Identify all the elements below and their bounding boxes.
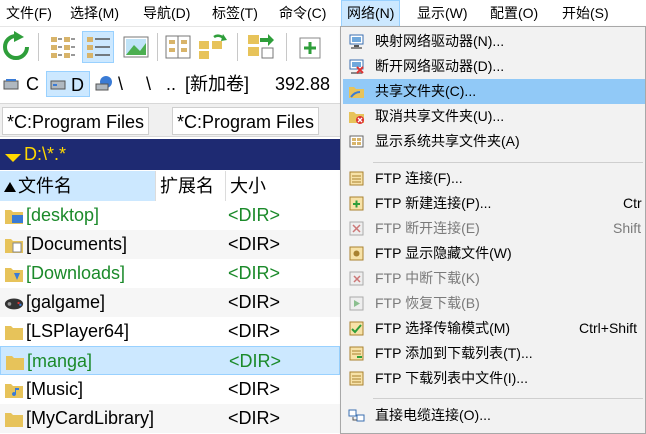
unshare-folder-icon	[349, 112, 364, 124]
network-drive-icon[interactable]	[95, 71, 117, 97]
drive-bar: C D \ \ .. [新加卷] 392.88	[0, 66, 340, 102]
file-row[interactable]: [LSPlayer64] <DIR>	[0, 317, 340, 346]
menu-item-ftp-disconnect[interactable]: FTP 断开连接(E) Shift	[343, 216, 645, 241]
map-drive-icon	[349, 34, 364, 49]
cable-connection-icon	[348, 409, 365, 422]
menu-select[interactable]: 选择(M)	[70, 0, 119, 27]
menu-item-ftp-abort-download[interactable]: FTP 中断下载(K)	[343, 266, 645, 291]
file-row[interactable]: [Downloads] <DIR>	[0, 259, 340, 288]
documents-folder-icon	[5, 239, 23, 253]
file-row[interactable]: [desktop] <DIR>	[0, 201, 340, 230]
gamepad-folder-icon	[4, 298, 24, 310]
file-row[interactable]: [MyCardLibrary] <DIR>	[0, 404, 340, 433]
free-space: 392.88	[275, 74, 331, 94]
sync-dirs-icon[interactable]	[196, 31, 228, 63]
file-row[interactable]: [Documents] <DIR>	[0, 230, 340, 259]
ftp-new-connection-icon	[349, 196, 364, 211]
desktop-folder-icon	[5, 210, 23, 224]
drive-c-button[interactable]: C	[2, 71, 44, 97]
copy-to-target-icon[interactable]	[244, 31, 276, 63]
sort-up-icon	[4, 182, 16, 192]
column-ext-header[interactable]: 扩展名	[156, 171, 226, 201]
current-path: D:\*.*	[24, 144, 67, 164]
menu-config[interactable]: 配置(O)	[490, 0, 538, 27]
ftp-abort-download-icon	[349, 271, 364, 286]
ftp-add-download-list-icon	[349, 346, 364, 361]
menu-item-ftp-add-download-list[interactable]: FTP 添加到下载列表(T)...	[343, 341, 645, 366]
menu-item-disconnect-drive[interactable]: 断开网络驱动器(D)...	[343, 54, 645, 79]
menu-bar: 文件(F) 选择(M) 导航(D) 标签(T) 命令(C) 网络(N) 显示(W…	[0, 0, 646, 27]
drive-icon	[50, 80, 66, 90]
file-row[interactable]: [Music] <DIR>	[0, 375, 340, 404]
folder-icon	[5, 326, 23, 340]
volume-label: [新加卷]	[185, 74, 250, 94]
menu-network[interactable]: 网络(N)	[341, 0, 401, 27]
column-size-header[interactable]: 大小	[226, 171, 340, 201]
add-icon[interactable]	[294, 31, 326, 63]
root-button[interactable]: \	[146, 71, 151, 97]
menu-item-system-shares[interactable]: 显示系统共享文件夹(A)	[343, 129, 645, 154]
parent-dir-button[interactable]: ..	[166, 71, 176, 97]
menu-item-ftp-download-list[interactable]: FTP 下载列表中文件(I)...	[343, 366, 645, 391]
menu-item-share-folder[interactable]: 共享文件夹(C)...	[343, 79, 645, 104]
tab-bar: *C:Program Files *C:Program Files	[0, 103, 340, 137]
ftp-connect-icon	[349, 171, 364, 186]
folder-icon	[5, 413, 23, 427]
tab-program-files[interactable]: *C:Program Files	[2, 107, 150, 135]
detail-view-icon[interactable]	[82, 31, 114, 63]
path-bar[interactable]: D:\*.*	[0, 139, 340, 170]
ftp-show-hidden-icon	[349, 246, 364, 261]
refresh-icon[interactable]	[0, 31, 32, 63]
system-shares-icon	[349, 135, 364, 148]
ftp-resume-download-icon	[349, 296, 364, 311]
file-row[interactable]: [manga] <DIR>	[0, 346, 340, 375]
menu-item-cable-connection[interactable]: 直接电缆连接(O)...	[343, 403, 645, 428]
menu-display[interactable]: 显示(W)	[417, 0, 468, 27]
folder-icon	[6, 356, 24, 370]
file-list: [desktop] <DIR> [Documents] <DIR> [Downl…	[0, 201, 340, 434]
menu-item-unshare-folder[interactable]: 取消共享文件夹(U)...	[343, 104, 645, 129]
column-headers: 文件名 扩展名 大小	[0, 171, 340, 201]
menu-commands[interactable]: 命令(C)	[279, 0, 326, 27]
menu-file[interactable]: 文件(F)	[6, 0, 52, 27]
path-dropdown-icon[interactable]	[5, 154, 21, 162]
menu-item-ftp-resume-download[interactable]: FTP 恢复下载(B)	[343, 291, 645, 316]
ftp-disconnect-icon	[349, 221, 364, 236]
tree-view-icon[interactable]	[162, 31, 194, 63]
root-button[interactable]: \	[118, 71, 123, 97]
drive-icon	[3, 79, 19, 90]
menu-item-ftp-show-hidden[interactable]: FTP 显示隐藏文件(W)	[343, 241, 645, 266]
brief-view-icon[interactable]	[46, 31, 78, 63]
menu-navigate[interactable]: 导航(D)	[143, 0, 190, 27]
menu-item-ftp-transfer-mode[interactable]: FTP 选择传输模式(M) Ctrl+Shift	[343, 316, 645, 341]
menu-item-map-drive[interactable]: 映射网络驱动器(N)...	[343, 29, 645, 54]
ftp-download-list-icon	[349, 371, 364, 386]
column-name-header[interactable]: 文件名	[0, 171, 156, 201]
downloads-folder-icon	[5, 268, 23, 282]
thumbnail-view-icon[interactable]	[120, 31, 152, 63]
tab-program-files[interactable]: *C:Program Files	[172, 107, 320, 135]
disconnect-drive-icon	[349, 59, 364, 74]
menu-tabs[interactable]: 标签(T)	[212, 0, 258, 27]
music-folder-icon	[5, 384, 23, 398]
menu-start[interactable]: 开始(S)	[562, 0, 609, 27]
drive-d-button[interactable]: D	[46, 71, 90, 97]
network-menu-dropdown: 映射网络驱动器(N)... 断开网络驱动器(D)... 共享文件夹(C)... …	[340, 26, 646, 434]
file-row[interactable]: [galgame] <DIR>	[0, 288, 340, 317]
share-folder-icon	[349, 87, 364, 98]
menu-item-ftp-connect[interactable]: FTP 连接(F)...	[343, 166, 645, 191]
ftp-transfer-mode-icon	[349, 321, 364, 336]
menu-item-ftp-new-connection[interactable]: FTP 新建连接(P)... Ctr	[343, 191, 645, 216]
